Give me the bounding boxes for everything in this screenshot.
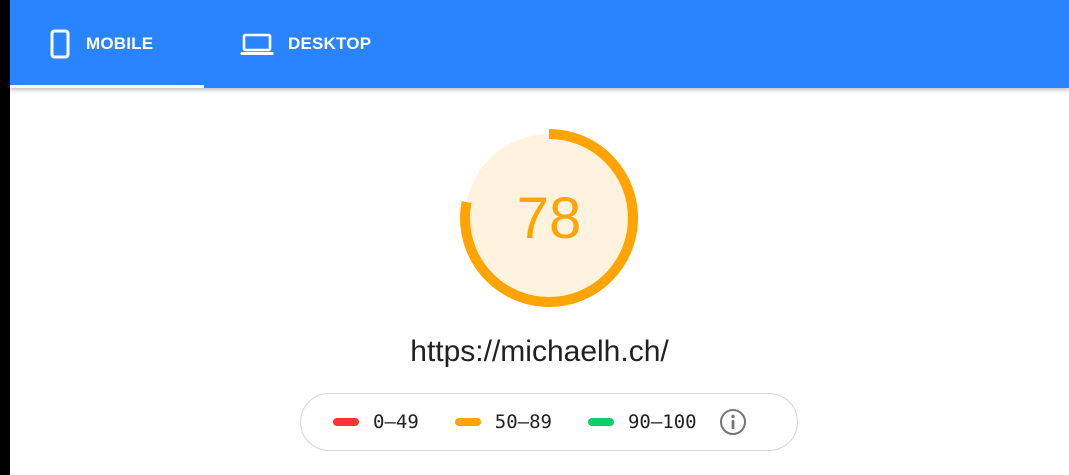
legend-label: 0–49: [373, 411, 419, 433]
tab-mobile-label: MOBILE: [86, 34, 154, 53]
active-tab-indicator: [10, 85, 204, 88]
legend-swatch-red: [333, 418, 359, 426]
score-value: 78: [516, 185, 582, 251]
smartphone-icon: [50, 29, 70, 59]
tab-desktop-label: DESKTOP: [288, 34, 372, 53]
legend-label: 50–89: [494, 411, 552, 433]
legend-item-needs-improvement: 50–89: [454, 411, 552, 433]
tab-mobile[interactable]: MOBILE: [10, 0, 204, 88]
info-icon[interactable]: [719, 408, 747, 436]
legend-swatch-orange: [454, 418, 481, 426]
tab-desktop[interactable]: DESKTOP: [204, 0, 404, 88]
score-legend: 0–49 50–89 90–100: [300, 393, 798, 451]
score-gauge: 78: [458, 127, 640, 309]
page-frame: MOBILE DESKTOP 78 https://michaelh.ch/ 0…: [10, 0, 1069, 475]
laptop-icon: [240, 32, 274, 56]
legend-label: 90–100: [627, 411, 697, 433]
device-tab-bar: MOBILE DESKTOP: [10, 0, 1069, 88]
legend-item-poor: 0–49: [333, 411, 419, 433]
legend-item-good: 90–100: [587, 411, 697, 433]
tested-url: https://michaelh.ch/: [410, 335, 669, 368]
legend-swatch-green: [587, 418, 614, 426]
